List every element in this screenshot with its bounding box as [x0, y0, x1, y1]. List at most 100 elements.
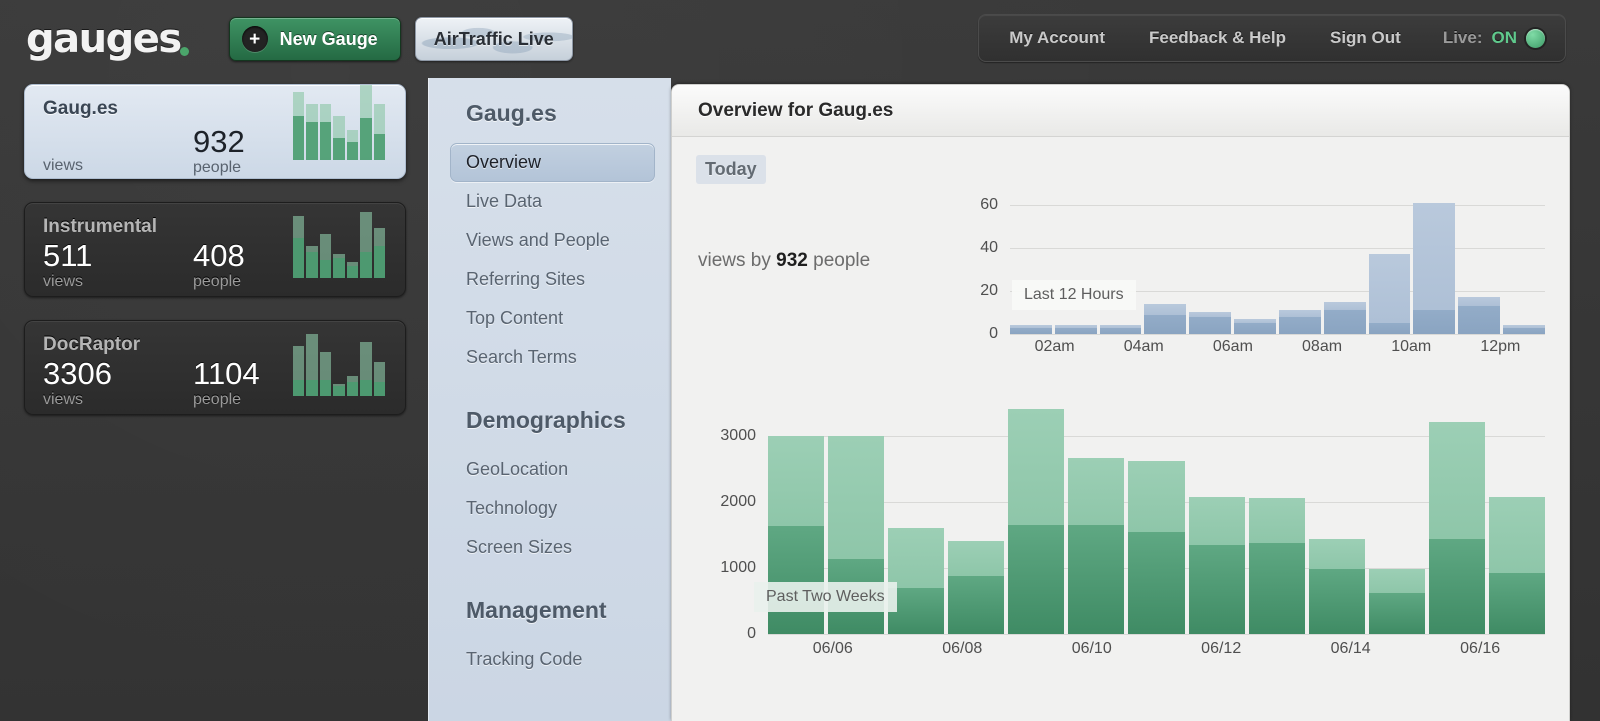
y-axis-tick: 1000 [720, 558, 756, 576]
nav-primary-list: Overview Live Data Views and People Referri… [450, 143, 671, 377]
y-axis-tick: 60 [980, 195, 998, 213]
new-gauge-button[interactable]: + New Gauge [228, 17, 401, 61]
sparkline-bar [373, 362, 385, 396]
sparkline-bar [306, 104, 318, 160]
chart-bar-views-segment [1128, 461, 1185, 533]
hourly-plot [1010, 194, 1545, 335]
chart-bar-people-segment [1428, 539, 1485, 634]
gauge-sparkline [293, 212, 385, 278]
nav-demographics-list: GeoLocation Technology Screen Sizes [450, 450, 671, 567]
nav-sign-out[interactable]: Sign Out [1308, 28, 1423, 48]
sidebar-item-geolocation[interactable]: GeoLocation [450, 450, 655, 489]
live-indicator-icon[interactable] [1526, 28, 1545, 48]
chart-bar[interactable] [1428, 396, 1485, 634]
y-axis-tick: 0 [989, 325, 998, 342]
logo-text: gauges [26, 16, 182, 62]
sparkline-bar-people [306, 122, 318, 160]
chart-bar[interactable] [1008, 396, 1065, 634]
new-gauge-label: New Gauge [279, 28, 378, 49]
sparkline-bar-people [373, 382, 385, 396]
sparkline-bar [306, 246, 318, 278]
daily-chart[interactable]: 0 1000 2000 3000 06/06 06/08 06/10 06/12 06/14 0… [712, 396, 1546, 657]
sparkline-bar-people [319, 380, 332, 396]
sidebar-item-tracking-code[interactable]: Tracking Code [450, 640, 655, 679]
chart-bar-people-segment [1488, 572, 1546, 634]
sidebar-item-views-and-people[interactable]: Views and People [450, 221, 655, 260]
gauges-logo: gauges [26, 19, 191, 59]
chart-bar[interactable] [1458, 194, 1501, 334]
chart-bar[interactable] [1308, 396, 1365, 634]
sparkline-bar-views [319, 104, 332, 122]
chart-bar[interactable] [1010, 194, 1052, 334]
chart-bar-views-segment [1458, 297, 1501, 306]
sparkline-bar [346, 262, 359, 278]
sidebar-item-overview[interactable]: Overview [450, 143, 655, 182]
chart-bar[interactable] [1128, 396, 1185, 634]
chart-bar[interactable] [1368, 396, 1425, 634]
gauge-card[interactable]: Instrumental 511 views 408 people [24, 202, 406, 297]
gauge-card[interactable]: DocRaptor 3306 views 1104 people [24, 320, 406, 415]
live-status[interactable]: Live: ON [1423, 28, 1549, 48]
sparkline-bar [360, 342, 372, 396]
chart-bar[interactable] [1144, 194, 1187, 334]
sidebar-item-search-terms[interactable]: Search Terms [450, 338, 655, 377]
chart-bar[interactable] [1413, 194, 1456, 334]
nav-feedback-help[interactable]: Feedback & Help [1127, 28, 1308, 48]
chart-bar[interactable] [1503, 194, 1545, 334]
sparkline-bar-views [306, 334, 318, 380]
hourly-chart-badge: Last 12 Hours [1012, 280, 1136, 310]
sparkline-bar-people [306, 252, 318, 278]
daily-chart-badge: Past Two Weeks [754, 582, 897, 612]
chart-bar[interactable] [948, 396, 1005, 634]
sparkline-bar [333, 384, 345, 396]
chart-bar[interactable] [1248, 396, 1305, 634]
gauge-stat-views-label: views [43, 391, 84, 408]
sparkline-bar [360, 85, 372, 160]
chart-bar-people-segment [1234, 323, 1276, 334]
nav-my-account[interactable]: My Account [987, 28, 1127, 48]
sparkline-bar-views [373, 362, 385, 382]
sparkline-bar-views [373, 104, 385, 134]
chart-bar[interactable] [1188, 396, 1245, 634]
x-axis-tick: 06/14 [1330, 640, 1371, 657]
sparkline-bar-people [333, 258, 345, 278]
chart-bar-people-segment [948, 575, 1005, 634]
hourly-chart[interactable]: 0 20 40 60 02am 04am 06am 08am 10am 12pm Last 12… [954, 194, 1545, 355]
chart-bar-people-segment [1054, 327, 1097, 334]
views-summary: views by 932 people [698, 250, 870, 272]
y-axis-tick: 3000 [720, 426, 756, 444]
sidebar-item-screen-sizes[interactable]: Screen Sizes [450, 528, 655, 567]
airtraffic-label: AirTraffic Live [433, 28, 554, 49]
chart-bar[interactable] [1099, 194, 1142, 334]
airtraffic-live-button[interactable]: AirTraffic Live [414, 17, 573, 61]
chart-bar[interactable] [1488, 396, 1546, 634]
app-body: Gaug.es views 932 people Instrumental 511 view… [0, 78, 1600, 721]
chart-bar[interactable] [1054, 194, 1097, 334]
chart-bar[interactable] [1234, 194, 1276, 334]
chart-bar-people-segment [1458, 306, 1501, 334]
sidebar-item-technology[interactable]: Technology [450, 489, 655, 528]
chart-bar-views-segment [828, 435, 885, 560]
chart-bar[interactable] [1068, 396, 1125, 634]
chart-bar-people-segment [1503, 327, 1545, 334]
y-axis-tick: 40 [980, 238, 998, 256]
sparkline-bar [333, 254, 345, 278]
gauge-card[interactable]: Gaug.es views 932 people [24, 84, 406, 179]
chart-bar[interactable] [1368, 194, 1411, 334]
x-axis-tick: 08am [1302, 338, 1343, 355]
sidebar-item-top-content[interactable]: Top Content [450, 299, 655, 338]
gauge-stat-views: 511 views [43, 240, 193, 292]
chart-bar[interactable] [1189, 194, 1232, 334]
chart-bar-people-segment [1010, 327, 1052, 334]
chart-bar[interactable] [1323, 194, 1366, 334]
sidebar-item-referring-sites[interactable]: Referring Sites [450, 260, 655, 299]
people-label: people [813, 250, 871, 271]
sparkline-bar-people [333, 138, 345, 160]
sparkline-bar [319, 104, 332, 160]
chart-bar-views-segment [1488, 496, 1546, 573]
sparkline-bar [306, 334, 318, 396]
sidebar-item-live-data[interactable]: Live Data [450, 182, 655, 221]
sparkline-bar-people [360, 380, 372, 396]
chart-bar[interactable] [1278, 194, 1321, 334]
live-state: ON [1491, 28, 1518, 47]
